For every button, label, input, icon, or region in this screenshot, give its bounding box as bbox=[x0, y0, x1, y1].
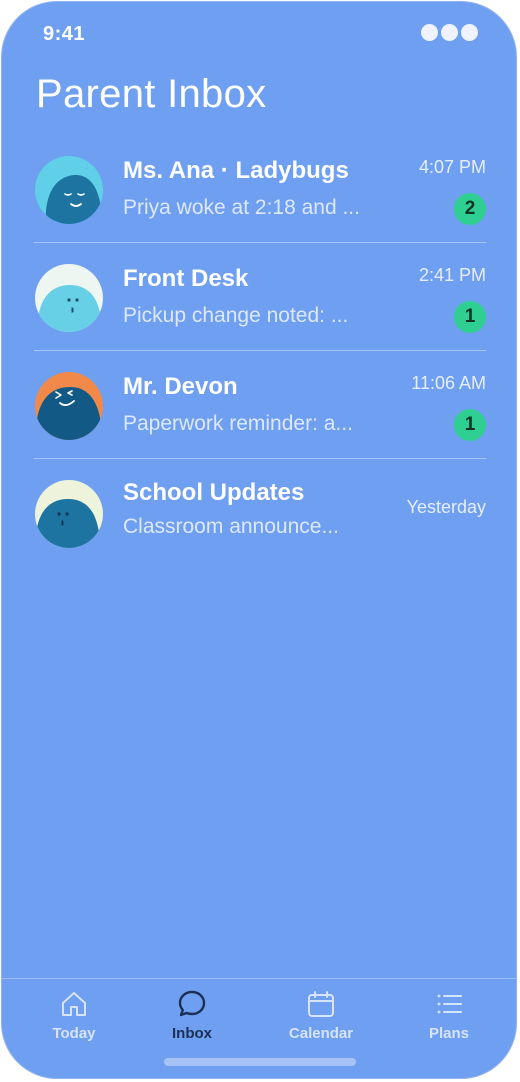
chat-bubble-icon bbox=[178, 990, 206, 1017]
tab-inbox[interactable]: Inbox bbox=[137, 989, 247, 1049]
thread-preview: Paperwork reminder: a... bbox=[123, 412, 353, 435]
page-title: Parent Inbox bbox=[36, 72, 267, 116]
thread-name: School Updates bbox=[123, 479, 305, 506]
thread-school-updates[interactable]: School Updates Classroom announce... Yes… bbox=[34, 459, 486, 569]
kissing-face-avatar-icon bbox=[35, 480, 103, 548]
tab-label: Plans bbox=[428, 1025, 470, 1042]
thread-preview: Classroom announce... bbox=[123, 515, 339, 538]
status-time: 9:41 bbox=[43, 23, 86, 45]
tab-plans[interactable]: Plans bbox=[394, 989, 504, 1049]
thread-name: Ms. Ana · Ladybugs bbox=[123, 157, 349, 184]
thread-front-desk[interactable]: Front Desk Pickup change noted: ... 2:41… bbox=[34, 243, 486, 351]
thread-time: 2:41 PM bbox=[418, 265, 486, 285]
status-bar: 9:41 bbox=[2, 2, 516, 62]
tab-today[interactable]: Today bbox=[19, 989, 129, 1049]
status-dot-icon bbox=[441, 24, 458, 41]
thread-list: Ms. Ana · Ladybugs Priya woke at 2:18 an… bbox=[34, 135, 486, 569]
tab-label: Today bbox=[52, 1025, 96, 1042]
thread-preview: Priya woke at 2:18 and ... bbox=[123, 196, 360, 219]
whistling-face-avatar-icon bbox=[35, 264, 103, 332]
tab-label: Inbox bbox=[172, 1025, 212, 1042]
calendar-icon bbox=[308, 991, 334, 1017]
unread-badge: 2 bbox=[454, 193, 486, 225]
winking-face-avatar-icon bbox=[35, 372, 103, 440]
thread-preview: Pickup change noted: ... bbox=[123, 304, 349, 327]
thread-time: 4:07 PM bbox=[418, 157, 486, 177]
thread-mr-devon[interactable]: Mr. Devon Paperwork reminder: a... 11:06… bbox=[34, 351, 486, 459]
unread-badge: 1 bbox=[454, 301, 486, 333]
unread-badge: 1 bbox=[454, 409, 486, 441]
list-icon bbox=[437, 994, 462, 1014]
status-dot-icon bbox=[461, 24, 478, 41]
home-indicator[interactable] bbox=[164, 1058, 356, 1066]
thread-name: Front Desk bbox=[123, 265, 249, 292]
thread-time: Yesterday bbox=[406, 497, 486, 517]
thread-name: Mr. Devon bbox=[123, 373, 238, 400]
thread-ms-ana[interactable]: Ms. Ana · Ladybugs Priya woke at 2:18 an… bbox=[34, 135, 486, 243]
status-dot-icon bbox=[421, 24, 438, 41]
home-icon bbox=[62, 992, 86, 1016]
tab-label: Calendar bbox=[288, 1025, 354, 1042]
thread-time: 11:06 AM bbox=[411, 373, 486, 393]
tab-calendar[interactable]: Calendar bbox=[266, 989, 376, 1049]
sleepy-face-avatar-icon bbox=[35, 156, 103, 224]
status-indicators bbox=[421, 24, 478, 41]
phone-screen: 9:41 Parent Inbox Ms. Ana · Ladybugs Pri… bbox=[1, 1, 517, 1079]
